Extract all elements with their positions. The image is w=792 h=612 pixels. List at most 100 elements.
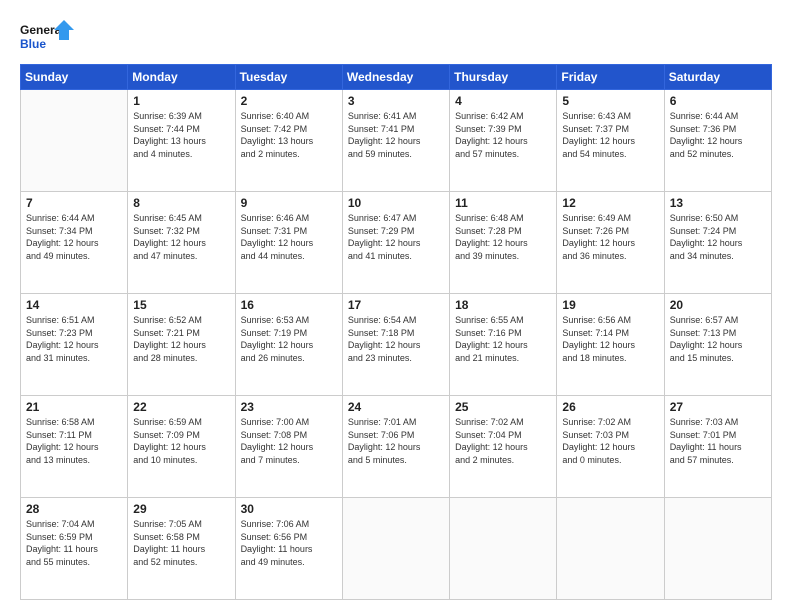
day-number: 26	[562, 400, 658, 414]
day-number: 5	[562, 94, 658, 108]
day-info: Sunrise: 6:44 AM Sunset: 7:34 PM Dayligh…	[26, 212, 122, 262]
day-number: 3	[348, 94, 444, 108]
col-tuesday: Tuesday	[235, 65, 342, 90]
day-number: 21	[26, 400, 122, 414]
day-number: 11	[455, 196, 551, 210]
day-info: Sunrise: 6:40 AM Sunset: 7:42 PM Dayligh…	[241, 110, 337, 160]
day-info: Sunrise: 6:56 AM Sunset: 7:14 PM Dayligh…	[562, 314, 658, 364]
calendar-row: 14Sunrise: 6:51 AM Sunset: 7:23 PM Dayli…	[21, 294, 772, 396]
day-info: Sunrise: 6:45 AM Sunset: 7:32 PM Dayligh…	[133, 212, 229, 262]
day-number: 6	[670, 94, 766, 108]
col-sunday: Sunday	[21, 65, 128, 90]
day-info: Sunrise: 6:52 AM Sunset: 7:21 PM Dayligh…	[133, 314, 229, 364]
logo: General Blue	[20, 18, 75, 54]
table-cell	[450, 498, 557, 600]
day-info: Sunrise: 6:53 AM Sunset: 7:19 PM Dayligh…	[241, 314, 337, 364]
day-info: Sunrise: 6:41 AM Sunset: 7:41 PM Dayligh…	[348, 110, 444, 160]
table-cell: 10Sunrise: 6:47 AM Sunset: 7:29 PM Dayli…	[342, 192, 449, 294]
col-monday: Monday	[128, 65, 235, 90]
day-number: 28	[26, 502, 122, 516]
table-cell	[664, 498, 771, 600]
day-info: Sunrise: 6:51 AM Sunset: 7:23 PM Dayligh…	[26, 314, 122, 364]
day-number: 22	[133, 400, 229, 414]
logo-svg: General Blue	[20, 18, 75, 54]
table-cell: 18 Sunrise: 6:55 AM Sunset: 7:16 PM Dayli…	[450, 294, 557, 396]
day-info: Sunrise: 7:01 AM Sunset: 7:06 PM Dayligh…	[348, 416, 444, 466]
weekday-header-row: Sunday Monday Tuesday Wednesday Thursday…	[21, 65, 772, 90]
table-cell: 9 Sunrise: 6:46 AM Sunset: 7:31 PM Daylig…	[235, 192, 342, 294]
day-info: Sunrise: 7:00 AM Sunset: 7:08 PM Dayligh…	[241, 416, 337, 466]
day-info: Sunrise: 6:54 AM Sunset: 7:18 PM Dayligh…	[348, 314, 444, 364]
day-info: Sunrise: 6:58 AM Sunset: 7:11 PM Dayligh…	[26, 416, 122, 466]
day-info: Sunrise: 7:06 AM Sunset: 6:56 PM Dayligh…	[241, 518, 337, 568]
day-info: Sunrise: 6:48 AM Sunset: 7:28 PM Dayligh…	[455, 212, 551, 262]
table-cell	[342, 498, 449, 600]
table-cell: 22 Sunrise: 6:59 AM Sunset: 7:09 PM Dayli…	[128, 396, 235, 498]
table-cell: 7 Sunrise: 6:44 AM Sunset: 7:34 PM Daylig…	[21, 192, 128, 294]
calendar-row: 21 Sunrise: 6:58 AM Sunset: 7:11 PM Dayli…	[21, 396, 772, 498]
day-number: 13	[670, 196, 766, 210]
day-info: Sunrise: 6:42 AM Sunset: 7:39 PM Dayligh…	[455, 110, 551, 160]
table-cell: 20 Sunrise: 6:57 AM Sunset: 7:13 PM Dayli…	[664, 294, 771, 396]
day-number: 9	[241, 196, 337, 210]
day-number: 20	[670, 298, 766, 312]
calendar-row: 28 Sunrise: 7:04 AM Sunset: 6:59 PM Dayli…	[21, 498, 772, 600]
table-cell: 25 Sunrise: 7:02 AM Sunset: 7:04 PM Dayli…	[450, 396, 557, 498]
day-number: 1	[133, 94, 229, 108]
day-number: 10	[348, 196, 444, 210]
day-number: 4	[455, 94, 551, 108]
table-cell: 21 Sunrise: 6:58 AM Sunset: 7:11 PM Dayli…	[21, 396, 128, 498]
day-info: Sunrise: 7:02 AM Sunset: 7:04 PM Dayligh…	[455, 416, 551, 466]
day-number: 25	[455, 400, 551, 414]
table-cell: 17 Sunrise: 6:54 AM Sunset: 7:18 PM Dayli…	[342, 294, 449, 396]
table-cell	[557, 498, 664, 600]
table-cell: 11 Sunrise: 6:48 AM Sunset: 7:28 PM Dayli…	[450, 192, 557, 294]
table-cell: 16 Sunrise: 6:53 AM Sunset: 7:19 PM Dayli…	[235, 294, 342, 396]
table-cell: 5Sunrise: 6:43 AM Sunset: 7:37 PM Daylig…	[557, 90, 664, 192]
col-friday: Friday	[557, 65, 664, 90]
day-number: 2	[241, 94, 337, 108]
table-cell: 1 Sunrise: 6:39 AM Sunset: 7:44 PM Daylig…	[128, 90, 235, 192]
day-number: 17	[348, 298, 444, 312]
calendar-row: 1 Sunrise: 6:39 AM Sunset: 7:44 PM Daylig…	[21, 90, 772, 192]
day-info: Sunrise: 6:57 AM Sunset: 7:13 PM Dayligh…	[670, 314, 766, 364]
day-info: Sunrise: 6:49 AM Sunset: 7:26 PM Dayligh…	[562, 212, 658, 262]
table-cell: 12 Sunrise: 6:49 AM Sunset: 7:26 PM Dayli…	[557, 192, 664, 294]
day-number: 12	[562, 196, 658, 210]
day-info: Sunrise: 6:46 AM Sunset: 7:31 PM Dayligh…	[241, 212, 337, 262]
table-cell: 4 Sunrise: 6:42 AM Sunset: 7:39 PM Daylig…	[450, 90, 557, 192]
day-number: 16	[241, 298, 337, 312]
day-info: Sunrise: 6:44 AM Sunset: 7:36 PM Dayligh…	[670, 110, 766, 160]
table-cell: 3 Sunrise: 6:41 AM Sunset: 7:41 PM Daylig…	[342, 90, 449, 192]
table-cell: 14Sunrise: 6:51 AM Sunset: 7:23 PM Dayli…	[21, 294, 128, 396]
table-cell: 24 Sunrise: 7:01 AM Sunset: 7:06 PM Dayli…	[342, 396, 449, 498]
day-number: 27	[670, 400, 766, 414]
table-cell: 13Sunrise: 6:50 AM Sunset: 7:24 PM Dayli…	[664, 192, 771, 294]
day-info: Sunrise: 6:59 AM Sunset: 7:09 PM Dayligh…	[133, 416, 229, 466]
day-number: 23	[241, 400, 337, 414]
day-number: 15	[133, 298, 229, 312]
calendar-row: 7 Sunrise: 6:44 AM Sunset: 7:34 PM Daylig…	[21, 192, 772, 294]
col-wednesday: Wednesday	[342, 65, 449, 90]
calendar-table: Sunday Monday Tuesday Wednesday Thursday…	[20, 64, 772, 600]
table-cell	[21, 90, 128, 192]
day-number: 19	[562, 298, 658, 312]
day-number: 7	[26, 196, 122, 210]
col-saturday: Saturday	[664, 65, 771, 90]
day-info: Sunrise: 6:55 AM Sunset: 7:16 PM Dayligh…	[455, 314, 551, 364]
day-info: Sunrise: 7:04 AM Sunset: 6:59 PM Dayligh…	[26, 518, 122, 568]
day-info: Sunrise: 7:05 AM Sunset: 6:58 PM Dayligh…	[133, 518, 229, 568]
table-cell: 30Sunrise: 7:06 AM Sunset: 6:56 PM Dayli…	[235, 498, 342, 600]
table-cell: 27Sunrise: 7:03 AM Sunset: 7:01 PM Dayli…	[664, 396, 771, 498]
page: General Blue Sunday Monday Tuesday Wedne…	[0, 0, 792, 612]
header: General Blue	[20, 18, 772, 54]
table-cell: 23 Sunrise: 7:00 AM Sunset: 7:08 PM Dayli…	[235, 396, 342, 498]
day-number: 29	[133, 502, 229, 516]
table-cell: 6 Sunrise: 6:44 AM Sunset: 7:36 PM Daylig…	[664, 90, 771, 192]
day-info: Sunrise: 6:39 AM Sunset: 7:44 PM Dayligh…	[133, 110, 229, 160]
day-number: 18	[455, 298, 551, 312]
table-cell: 2 Sunrise: 6:40 AM Sunset: 7:42 PM Daylig…	[235, 90, 342, 192]
day-number: 24	[348, 400, 444, 414]
table-cell: 15 Sunrise: 6:52 AM Sunset: 7:21 PM Dayli…	[128, 294, 235, 396]
svg-text:Blue: Blue	[20, 37, 46, 51]
